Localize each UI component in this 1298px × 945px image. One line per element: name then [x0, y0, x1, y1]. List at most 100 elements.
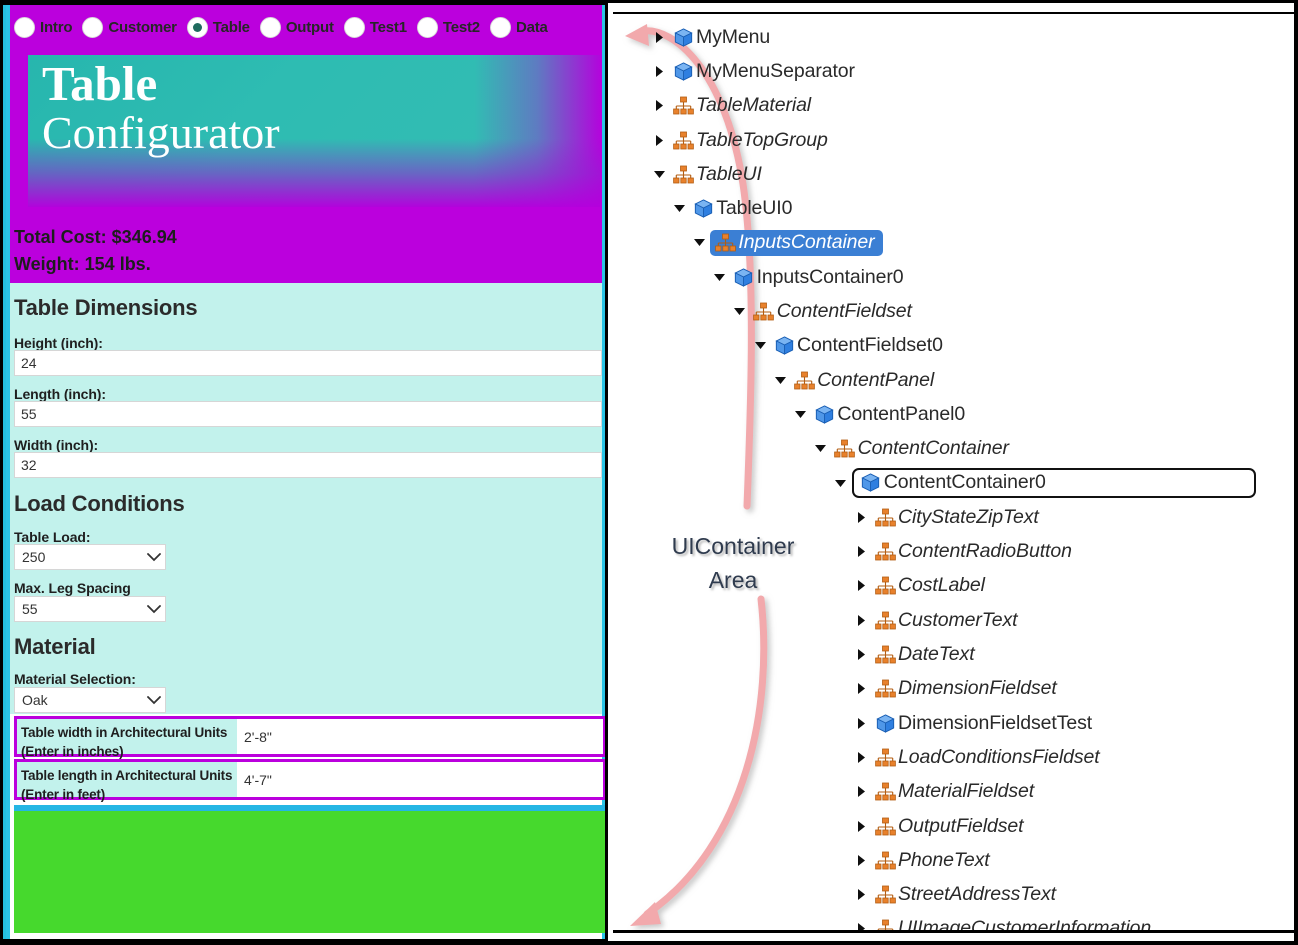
chevron-right-icon[interactable] — [648, 95, 670, 117]
tree-item-contentfieldset[interactable]: ContentFieldset — [613, 294, 912, 328]
tab-output[interactable]: Output — [259, 16, 334, 38]
tree-item-content[interactable]: InputsContainer0 — [731, 266, 904, 289]
chevron-down-icon[interactable] — [709, 266, 731, 288]
tree-item-content[interactable]: ContentFieldset0 — [771, 334, 943, 357]
chevron-right-icon[interactable] — [850, 746, 872, 768]
chevron-down-icon[interactable] — [729, 301, 751, 323]
tree-item-content[interactable]: TableMaterial — [670, 94, 811, 117]
chevron-down-icon[interactable] — [810, 438, 832, 460]
width-input[interactable] — [14, 452, 602, 478]
chevron-down-icon[interactable] — [648, 163, 670, 185]
tree-item-content[interactable]: OutputFieldset — [872, 815, 1024, 838]
arch-unit-value[interactable]: 2'-8" — [237, 719, 603, 754]
tree-item-mymenuseparator[interactable]: MyMenuSeparator — [613, 54, 855, 88]
tree-item-materialfieldset[interactable]: MaterialFieldset — [613, 775, 1034, 809]
tab-data[interactable]: Data — [489, 16, 548, 38]
tree-item-uiimagecustomerinformation[interactable]: UIImageCustomerInformation — [613, 912, 1151, 930]
tab-table[interactable]: Table — [186, 16, 250, 38]
radio-icon[interactable] — [416, 16, 438, 38]
tree-item-dimensionfieldset[interactable]: DimensionFieldset — [613, 672, 1057, 706]
chevron-down-icon[interactable] — [830, 472, 852, 494]
tree-item-content[interactable]: MyMenu — [670, 26, 770, 49]
tree-item-content[interactable]: InputsContainer — [710, 229, 883, 256]
chevron-right-icon[interactable] — [850, 575, 872, 597]
tree-item-content[interactable]: TableUI0 — [690, 197, 792, 220]
tree-item-tableui[interactable]: TableUI — [613, 157, 762, 191]
material-select[interactable]: Oak — [14, 687, 166, 713]
leg-spacing-select[interactable]: 55 — [14, 596, 166, 622]
radio-icon[interactable] — [14, 16, 35, 38]
tab-intro[interactable]: Intro — [14, 16, 73, 38]
tree-item-content[interactable]: ContentPanel0 — [811, 403, 965, 426]
chevron-down-icon[interactable] — [749, 335, 771, 357]
tree-item-tableui0[interactable]: TableUI0 — [613, 192, 792, 226]
length-input[interactable] — [14, 401, 602, 427]
tree-item-tabletopgroup[interactable]: TableTopGroup — [613, 123, 828, 157]
radio-icon[interactable] — [82, 16, 104, 38]
radio-icon[interactable] — [489, 16, 511, 38]
height-input[interactable] — [14, 350, 602, 376]
chevron-right-icon[interactable] — [648, 60, 670, 82]
chevron-down-icon[interactable] — [769, 369, 791, 391]
tree-item-customertext[interactable]: CustomerText — [613, 603, 1018, 637]
chevron-right-icon[interactable] — [648, 26, 670, 48]
tree-item-tablematerial[interactable]: TableMaterial — [613, 89, 811, 123]
tree-item-content[interactable]: ContentFieldset — [751, 300, 912, 323]
chevron-right-icon[interactable] — [850, 678, 872, 700]
tree-item-content[interactable]: MyMenuSeparator — [670, 60, 855, 83]
tab-test2[interactable]: Test2 — [416, 16, 480, 38]
chevron-right-icon[interactable] — [850, 712, 872, 734]
chevron-right-icon[interactable] — [648, 129, 670, 151]
chevron-right-icon[interactable] — [850, 781, 872, 803]
chevron-right-icon[interactable] — [850, 849, 872, 871]
tree-item-content[interactable]: PhoneText — [872, 849, 990, 872]
tree-item-phonetext[interactable]: PhoneText — [613, 843, 990, 877]
tree-item-costlabel[interactable]: CostLabel — [613, 569, 985, 603]
chevron-right-icon[interactable] — [850, 918, 872, 930]
chevron-right-icon[interactable] — [850, 644, 872, 666]
tree-item-content[interactable]: DateText — [872, 643, 975, 666]
tree-item-content[interactable]: TableTopGroup — [670, 129, 828, 152]
tree-item-dimensionfieldsettest[interactable]: DimensionFieldsetTest — [613, 706, 1092, 740]
tree-item-mymenu[interactable]: MyMenu — [613, 20, 770, 54]
chevron-right-icon[interactable] — [850, 884, 872, 906]
chevron-right-icon[interactable] — [850, 815, 872, 837]
tree-item-content[interactable]: DimensionFieldsetTest — [872, 712, 1092, 735]
tree-item-content[interactable]: DimensionFieldset — [872, 677, 1057, 700]
tree-item-content[interactable]: ContentContainer0 — [851, 468, 1256, 499]
tree-item-content[interactable]: CostLabel — [872, 574, 985, 597]
tree-item-citystateziptext[interactable]: CityStateZipText — [613, 500, 1039, 534]
chevron-right-icon[interactable] — [850, 506, 872, 528]
tree-item-loadconditionsfieldset[interactable]: LoadConditionsFieldset — [613, 740, 1100, 774]
chevron-down-icon[interactable] — [668, 198, 690, 220]
tree-item-content[interactable]: ContentContainer — [832, 437, 1009, 460]
arch-unit-value[interactable]: 4'-7" — [237, 762, 603, 797]
tab-test1[interactable]: Test1 — [343, 16, 407, 38]
tree-item-inputscontainer[interactable]: InputsContainer — [613, 226, 883, 260]
tree-item-contentpanel0[interactable]: ContentPanel0 — [613, 397, 965, 431]
tree-item-content[interactable]: CustomerText — [872, 609, 1018, 632]
tree-item-outputfieldset[interactable]: OutputFieldset — [613, 809, 1024, 843]
tree-item-content[interactable]: TableUI — [670, 163, 762, 186]
radio-icon[interactable] — [186, 16, 208, 38]
tree-item-content[interactable]: MaterialFieldset — [872, 780, 1034, 803]
tree-item-content[interactable]: ContentPanel — [791, 369, 934, 392]
chevron-down-icon[interactable] — [688, 232, 710, 254]
tree-item-contentcontainer[interactable]: ContentContainer — [613, 432, 1009, 466]
tree-item-contentcontainer0[interactable]: ContentContainer0 — [613, 466, 1256, 500]
table-load-select[interactable]: 250 — [14, 544, 166, 570]
tab-customer[interactable]: Customer — [82, 16, 177, 38]
tree-item-contentfieldset0[interactable]: ContentFieldset0 — [613, 329, 943, 363]
tree-item-content[interactable]: UIImageCustomerInformation — [872, 917, 1151, 930]
tree-item-content[interactable]: StreetAddressText — [872, 883, 1056, 906]
tree-item-datetext[interactable]: DateText — [613, 637, 975, 671]
tree-item-content[interactable]: LoadConditionsFieldset — [872, 746, 1100, 769]
chevron-down-icon[interactable] — [789, 403, 811, 425]
radio-icon[interactable] — [343, 16, 365, 38]
tree-item-streetaddresstext[interactable]: StreetAddressText — [613, 878, 1056, 912]
tree-item-content[interactable]: CityStateZipText — [872, 506, 1039, 529]
radio-icon[interactable] — [259, 16, 281, 38]
tree-item-content[interactable]: ContentRadioButton — [872, 540, 1072, 563]
tree-item-contentradiobutton[interactable]: ContentRadioButton — [613, 535, 1072, 569]
tab-radio-group[interactable]: Intro Customer Table Output Test1 Test2 Data — [14, 13, 558, 41]
